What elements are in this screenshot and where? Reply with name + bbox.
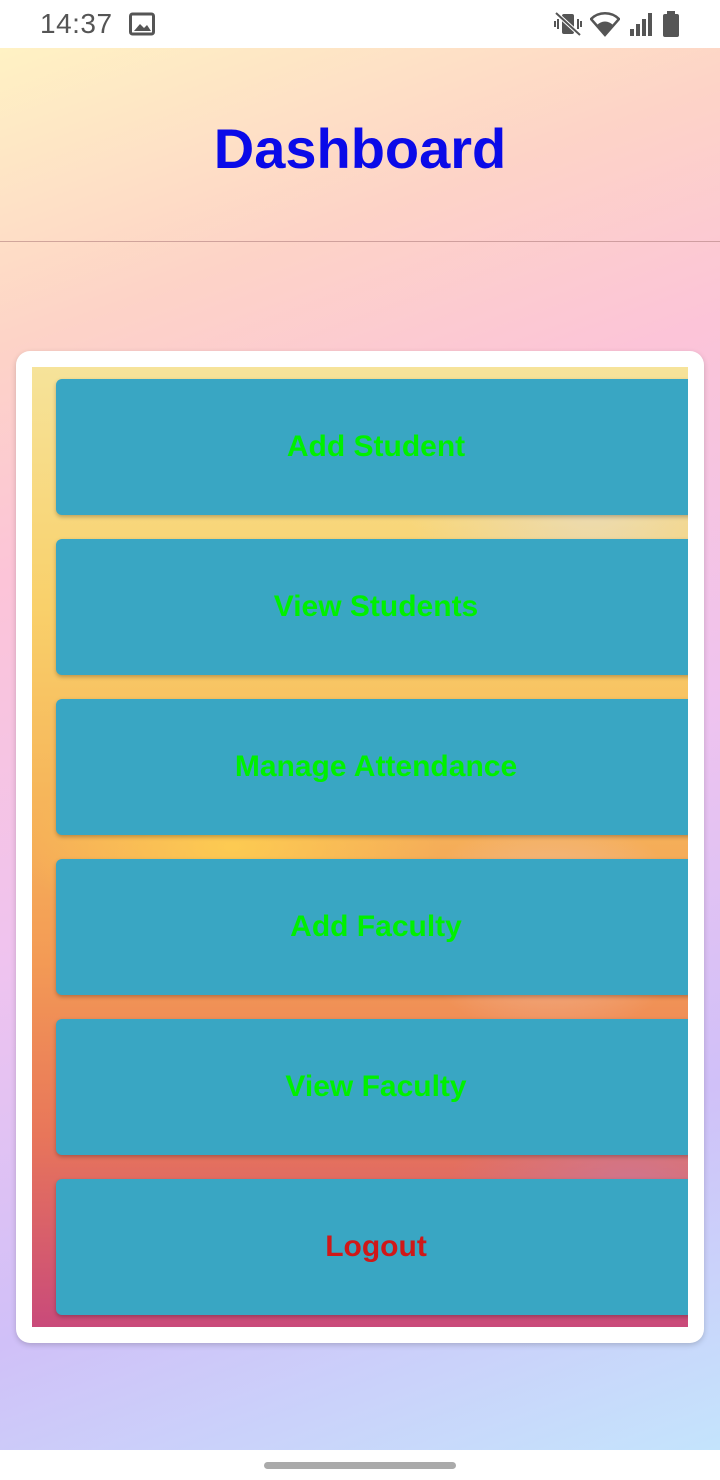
- signal-icon: [628, 11, 654, 37]
- menu-card-background: Add Student View Students Manage Attenda…: [32, 367, 688, 1327]
- wifi-icon: [590, 11, 620, 37]
- add-faculty-button[interactable]: Add Faculty: [56, 859, 688, 995]
- menu-card: Add Student View Students Manage Attenda…: [16, 351, 704, 1343]
- logout-button[interactable]: Logout: [56, 1179, 688, 1315]
- app-screen: Dashboard Add Student View Students Mana…: [0, 48, 720, 1450]
- manage-attendance-button[interactable]: Manage Attendance: [56, 699, 688, 835]
- add-student-button[interactable]: Add Student: [56, 379, 688, 515]
- status-time: 14:37: [40, 8, 113, 39]
- view-faculty-button[interactable]: View Faculty: [56, 1019, 688, 1155]
- image-icon: [128, 12, 155, 36]
- battery-icon: [662, 10, 680, 38]
- home-gesture-handle[interactable]: [264, 1462, 456, 1469]
- header: Dashboard: [0, 48, 720, 242]
- page-title: Dashboard: [213, 117, 507, 180]
- status-left: 14:37: [40, 8, 155, 40]
- status-bar: 14:37: [0, 0, 720, 48]
- navigation-bar: [0, 1450, 720, 1480]
- status-right: [554, 10, 680, 38]
- mute-vibrate-icon: [554, 11, 582, 37]
- view-students-button[interactable]: View Students: [56, 539, 688, 675]
